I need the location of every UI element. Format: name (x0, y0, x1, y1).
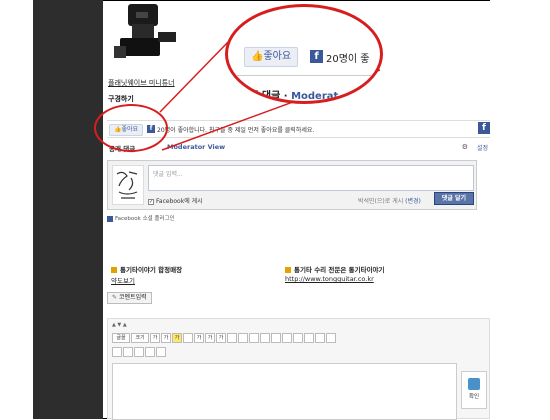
zoom-callout: 👍좋아요 f 20명이 좋 공개 댓글 · Moderat (225, 4, 383, 104)
zoomed-moderator-text: Moderat (291, 91, 339, 102)
thumbs-up-icon: 👍 (251, 51, 264, 62)
divider (228, 75, 380, 76)
zoomed-like-text: 20명이 좋 (326, 54, 370, 65)
zoom-content: 👍좋아요 f 20명이 좋 공개 댓글 · Moderat (228, 7, 380, 102)
zoomed-comments-title: 공개 댓글 · Moderat (240, 91, 339, 102)
zoomed-like-button: 👍좋아요 (244, 47, 299, 67)
highlight-circle (94, 104, 168, 152)
zoomed-comments-title-text: 공개 댓글 (240, 91, 281, 102)
facebook-icon: f (310, 50, 323, 63)
zoomed-like-label: 좋아요 (263, 51, 292, 62)
